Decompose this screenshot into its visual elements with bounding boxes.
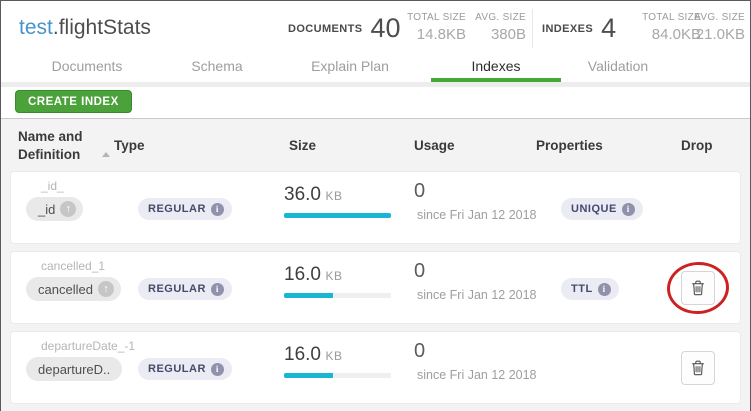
collection-name: flightStats xyxy=(59,16,151,39)
indexes-avg-size: AVG. SIZE 21.0KB xyxy=(677,12,745,43)
size-unit: KB xyxy=(325,349,342,363)
indexes-table: Name and Definition Type Size Usage Prop… xyxy=(1,119,750,411)
size-value: 16.0 xyxy=(284,264,321,285)
indexes-stat: INDEXES 4 xyxy=(542,1,616,56)
usage-since: since Fri Jan 12 2018 xyxy=(417,368,537,382)
index-property-label: TTL xyxy=(571,283,593,295)
index-type-badge[interactable]: REGULAR xyxy=(138,198,232,220)
index-usage-cell: 0 since Fri Jan 12 2018 xyxy=(414,180,537,222)
index-type-label: REGULAR xyxy=(148,203,206,215)
size-value: 16.0 xyxy=(284,344,321,365)
index-field-label: departureD.. xyxy=(38,362,110,377)
ascending-arrow-icon xyxy=(60,201,76,217)
collection-tabs: Documents Schema Explain Plan Indexes Va… xyxy=(1,56,750,82)
size-unit: KB xyxy=(325,189,342,203)
size-progress-bar xyxy=(284,213,391,218)
usage-since: since Fri Jan 12 2018 xyxy=(417,208,537,222)
documents-avg-size: AVG. SIZE 380B xyxy=(456,12,526,43)
index-definition-pill: cancelled xyxy=(26,277,121,301)
index-name: _id_ xyxy=(41,179,64,193)
index-definition-pill: _id xyxy=(26,197,83,221)
index-property-label: UNIQUE xyxy=(571,203,617,215)
index-size-cell: 16.0 KB xyxy=(284,344,391,378)
index-field-label: _id xyxy=(38,202,55,217)
avg-size-value: 21.0KB xyxy=(677,26,745,43)
indexes-count: 4 xyxy=(601,13,616,44)
column-header-properties: Properties xyxy=(536,138,603,153)
tab-schema[interactable]: Schema xyxy=(153,56,281,82)
index-type-badge[interactable]: REGULAR xyxy=(138,358,232,380)
drop-index-button[interactable] xyxy=(681,271,715,305)
sort-ascending-icon xyxy=(102,152,110,157)
column-header-size: Size xyxy=(289,138,316,153)
collection-header: test.flightStats DOCUMENTS 40 TOTAL SIZE… xyxy=(1,1,750,56)
size-progress-fill xyxy=(284,293,333,298)
index-type-label: REGULAR xyxy=(148,283,206,295)
column-header-usage: Usage xyxy=(414,138,455,153)
info-icon xyxy=(211,363,224,376)
ascending-arrow-icon xyxy=(98,281,114,297)
index-property-badge[interactable]: TTL xyxy=(561,278,619,300)
create-index-button[interactable]: CREATE INDEX xyxy=(15,90,132,113)
size-progress-bar xyxy=(284,373,391,378)
index-size-cell: 16.0 KB xyxy=(284,264,391,298)
size-progress-fill xyxy=(284,373,333,378)
index-property-badge[interactable]: UNIQUE xyxy=(561,198,643,220)
tab-validation[interactable]: Validation xyxy=(553,56,683,82)
usage-count: 0 xyxy=(414,340,537,363)
index-usage-cell: 0 since Fri Jan 12 2018 xyxy=(414,260,537,302)
info-icon xyxy=(211,283,224,296)
column-header-type: Type xyxy=(114,138,145,153)
stats-divider xyxy=(532,9,533,48)
index-row-departuredate: departureDate_-1 departureD.. REGULAR 16… xyxy=(10,331,741,404)
size-unit: KB xyxy=(325,269,342,283)
collection-view: test.flightStats DOCUMENTS 40 TOTAL SIZE… xyxy=(0,0,751,411)
index-row-cancelled: cancelled_1 cancelled REGULAR 16.0 KB 0 … xyxy=(10,251,741,324)
index-size-cell: 36.0 KB xyxy=(284,184,391,218)
documents-label: DOCUMENTS xyxy=(288,23,363,35)
usage-count: 0 xyxy=(414,260,537,283)
info-icon xyxy=(211,203,224,216)
size-value: 36.0 xyxy=(284,184,321,205)
usage-count: 0 xyxy=(414,180,537,203)
index-name: departureDate_-1 xyxy=(41,339,135,353)
index-type-label: REGULAR xyxy=(148,363,206,375)
index-row-id: _id_ _id REGULAR 36.0 KB 0 since Fri Jan… xyxy=(10,171,741,244)
table-header-row: Name and Definition Type Size Usage Prop… xyxy=(1,119,750,171)
index-type-badge[interactable]: REGULAR xyxy=(138,278,232,300)
avg-size-value: 380B xyxy=(456,26,526,43)
database-name: test xyxy=(19,16,53,39)
column-header-name-definition[interactable]: Name and Definition xyxy=(18,128,104,164)
avg-size-label: AVG. SIZE xyxy=(456,12,526,23)
indexes-toolbar: CREATE INDEX xyxy=(1,87,750,119)
info-icon xyxy=(622,203,635,216)
avg-size-label: AVG. SIZE xyxy=(677,12,745,23)
documents-stat: DOCUMENTS 40 xyxy=(288,1,401,56)
drop-index-button[interactable] xyxy=(681,351,715,385)
tab-explain-plan[interactable]: Explain Plan xyxy=(285,56,415,82)
usage-since: since Fri Jan 12 2018 xyxy=(417,288,537,302)
indexes-label: INDEXES xyxy=(542,23,593,35)
tab-indexes[interactable]: Indexes xyxy=(431,56,561,82)
index-name: cancelled_1 xyxy=(41,259,105,273)
size-progress-fill xyxy=(284,213,391,218)
size-progress-bar xyxy=(284,293,391,298)
trash-icon xyxy=(691,360,705,376)
index-usage-cell: 0 since Fri Jan 12 2018 xyxy=(414,340,537,382)
info-icon xyxy=(598,283,611,296)
index-definition-pill: departureD.. xyxy=(26,357,122,381)
index-field-label: cancelled xyxy=(38,282,93,297)
trash-icon xyxy=(691,280,705,296)
namespace-title: test.flightStats xyxy=(19,16,151,40)
column-header-drop: Drop xyxy=(681,138,713,153)
tab-documents[interactable]: Documents xyxy=(23,56,151,82)
